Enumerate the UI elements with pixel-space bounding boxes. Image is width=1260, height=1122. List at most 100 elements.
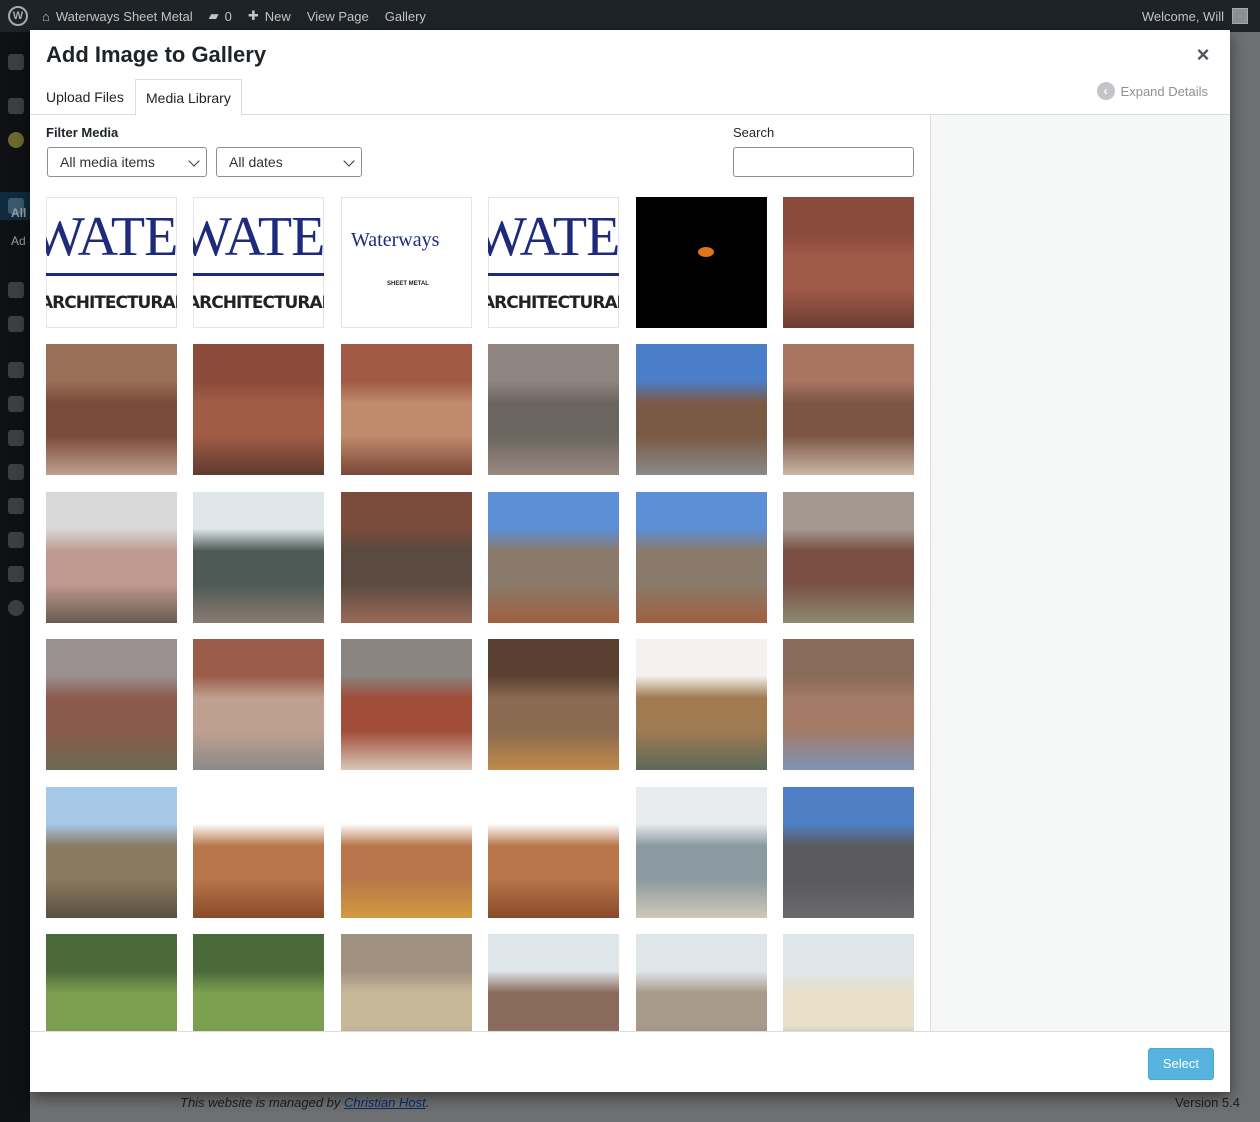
photo-image [636, 639, 767, 770]
attachment-thumbnail[interactable] [783, 492, 914, 623]
attachment-thumbnail[interactable] [636, 492, 767, 623]
footer-host-link[interactable]: Christian Host [344, 1095, 426, 1110]
attachment-thumbnail[interactable] [193, 934, 324, 1031]
close-icon[interactable]: × [1192, 44, 1214, 66]
plus-icon: ✚ [247, 8, 259, 23]
tab-upload-files[interactable]: Upload Files [36, 79, 134, 115]
attachment-thumbnail[interactable] [46, 639, 177, 770]
attachment-thumbnail[interactable] [636, 787, 767, 918]
site-name-link[interactable]: ⌂ Waterways Sheet Metal [34, 0, 201, 32]
modal-toolbar: Select [30, 1031, 1230, 1092]
attachment-thumbnail[interactable] [341, 492, 472, 623]
photo-image [193, 787, 324, 918]
logo-wordmark: WATERWAYS [488, 206, 619, 268]
attachment-thumbnail[interactable] [783, 197, 914, 328]
attachment-thumbnail[interactable] [193, 492, 324, 623]
attachment-thumbnail[interactable] [341, 787, 472, 918]
new-label: New [264, 8, 291, 24]
photo-image [488, 787, 619, 918]
media-modal: Add Image to Gallery × Upload Files Medi… [30, 30, 1230, 1092]
tab-media-library[interactable]: Media Library [135, 79, 242, 116]
logo-tagline: ARCHITECTURAL SHEET METAL PRODUCTS [488, 293, 619, 313]
photo-image [46, 344, 177, 475]
folder-icon [8, 316, 24, 332]
attachment-thumbnail[interactable]: WATERWAYS ARCHITECTURAL SHEET METAL PRODU… [46, 197, 177, 328]
photo-image [46, 492, 177, 623]
home-icon: ⌂ [42, 8, 50, 24]
photo-image [783, 344, 914, 475]
logo-rule [488, 273, 619, 276]
photo-image [341, 639, 472, 770]
attachment-thumbnail[interactable] [783, 344, 914, 475]
table-icon [8, 532, 24, 548]
attachment-thumbnail[interactable] [46, 492, 177, 623]
modal-tabs: Upload Files Media Library [30, 79, 1230, 116]
attachment-thumbnail[interactable] [46, 934, 177, 1031]
attachment-thumbnail[interactable] [783, 934, 914, 1031]
select-button[interactable]: Select [1147, 1048, 1214, 1080]
attachment-thumbnail[interactable] [193, 787, 324, 918]
date-select[interactable]: All dates [216, 147, 362, 177]
tools-icon [8, 464, 24, 480]
filter-media-heading: Filter Media [46, 125, 119, 140]
search-label: Search [733, 125, 775, 140]
photo-image [636, 344, 767, 475]
photo-image [341, 787, 472, 918]
attachment-thumbnail[interactable] [193, 344, 324, 475]
attachment-thumbnail[interactable] [488, 639, 619, 770]
users-icon [8, 430, 24, 446]
dashboard-icon [8, 54, 24, 70]
photo-image [341, 934, 472, 1031]
attachment-thumbnail[interactable]: Waterways SHEET METAL [341, 197, 472, 328]
media-type-select[interactable]: All media items [47, 147, 207, 177]
photo-image [193, 639, 324, 770]
attachment-thumbnail[interactable] [783, 639, 914, 770]
attachment-thumbnail[interactable] [636, 197, 767, 328]
photo-image [636, 492, 767, 623]
photo-image [783, 639, 914, 770]
comments-link[interactable]: ▰ 0 [201, 0, 240, 32]
welcome-text: Welcome, Will [1141, 8, 1224, 24]
attachment-thumbnail[interactable] [46, 787, 177, 918]
chevron-down-icon [343, 155, 355, 167]
view-page-link[interactable]: View Page [299, 0, 377, 32]
photo-image [193, 344, 324, 475]
chevron-down-icon [188, 155, 200, 167]
media-type-selected: All media items [60, 154, 155, 170]
attachment-thumbnail[interactable] [636, 344, 767, 475]
logo-wordmark: WATERWAYS [46, 206, 177, 268]
photo-image [341, 344, 472, 475]
attachment-thumbnail[interactable] [193, 639, 324, 770]
attachment-thumbnail[interactable] [636, 934, 767, 1031]
attachment-thumbnail[interactable] [341, 934, 472, 1031]
sidebar-item-add: Ad [11, 234, 26, 248]
expand-details-button[interactable]: ‹ Expand Details [1096, 82, 1208, 100]
attachment-thumbnail[interactable] [488, 492, 619, 623]
sidebar-item-all: All [11, 206, 27, 220]
attachment-thumbnail[interactable] [636, 639, 767, 770]
attachment-thumbnail[interactable]: WATERWAYS ARCHITECTURAL SHEET METAL PRODU… [193, 197, 324, 328]
photo-image [46, 787, 177, 918]
attachment-thumbnail[interactable] [341, 344, 472, 475]
attachment-thumbnail[interactable] [341, 639, 472, 770]
new-content-link[interactable]: ✚ New [240, 0, 299, 32]
modal-title: Add Image to Gallery [46, 42, 267, 67]
admin-bar: W ⌂ Waterways Sheet Metal ▰ 0 ✚ New View… [0, 0, 1260, 32]
attachment-thumbnail[interactable]: WATERWAYS ARCHITECTURAL SHEET METAL PRODU… [488, 197, 619, 328]
wordpress-logo-icon[interactable]: W [8, 6, 28, 26]
logo-rule [193, 273, 324, 276]
photo-image [783, 934, 914, 1031]
logo-tagline: ARCHITECTURAL SHEET METAL PRODUCTS [46, 293, 177, 313]
expand-details-label: Expand Details [1120, 83, 1208, 99]
attachment-thumbnail[interactable] [488, 934, 619, 1031]
attachment-thumbnail[interactable] [488, 787, 619, 918]
gallery-link[interactable]: Gallery [377, 0, 434, 32]
attachment-thumbnail[interactable] [783, 787, 914, 918]
admin-sidebar: All Ad [0, 32, 30, 1122]
media-browser: Filter Media All media items All dates S… [30, 115, 930, 1031]
photo-image [488, 639, 619, 770]
account-menu[interactable]: Welcome, Will [1142, 8, 1260, 24]
attachment-thumbnail[interactable] [488, 344, 619, 475]
search-input[interactable] [733, 147, 914, 177]
attachment-thumbnail[interactable] [46, 344, 177, 475]
